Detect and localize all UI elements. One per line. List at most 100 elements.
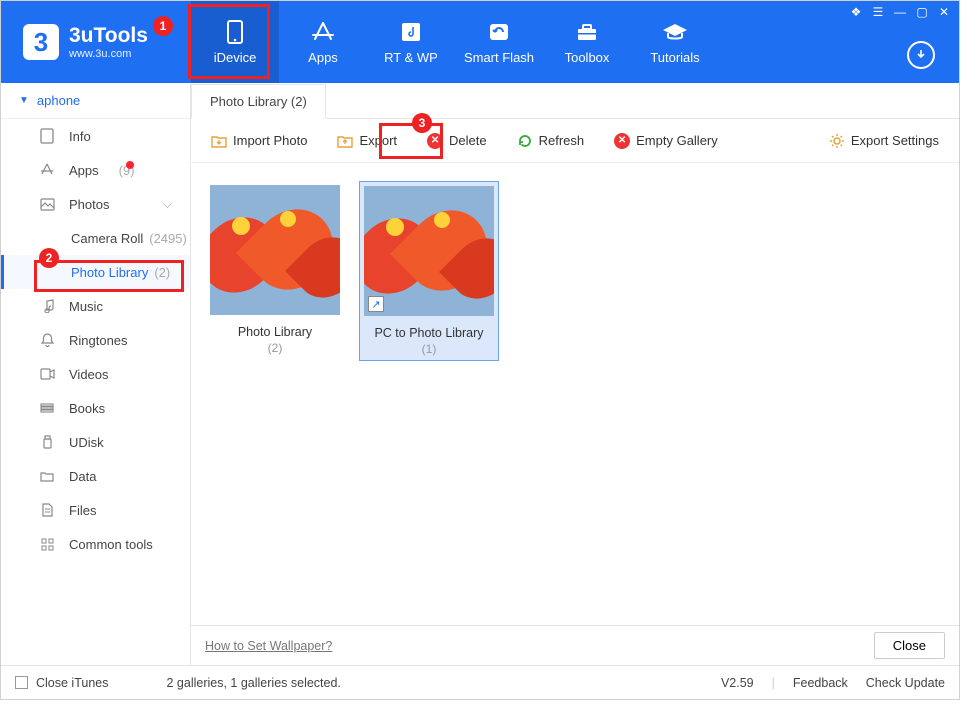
- separator: |: [772, 676, 775, 690]
- tab-photolibrary[interactable]: Photo Library (2): [191, 84, 326, 119]
- phone-icon: [221, 20, 249, 44]
- appstore-icon: [309, 20, 337, 44]
- sidebar-item-music[interactable]: Music: [1, 289, 190, 323]
- sidebar-item-udisk[interactable]: UDisk: [1, 425, 190, 459]
- nav-label: Apps: [308, 50, 338, 65]
- album-thumbnail: ↗: [364, 186, 494, 316]
- delete-button[interactable]: ✕ Delete: [421, 129, 493, 153]
- maximize-icon[interactable]: ▢: [915, 5, 929, 19]
- graduation-icon: [661, 20, 689, 44]
- notification-dot-icon: [126, 161, 134, 169]
- nav-label: Tutorials: [650, 50, 699, 65]
- gear-icon: [829, 133, 845, 149]
- sidebar-label: Books: [69, 401, 105, 416]
- photos-icon: [39, 198, 55, 211]
- album-thumbnail: [210, 185, 340, 315]
- menu-icon[interactable]: ☰: [871, 5, 885, 19]
- folder-icon: [39, 470, 55, 482]
- sidebar-label: Music: [69, 299, 103, 314]
- sidebar-item-info[interactable]: Info: [1, 119, 190, 153]
- window-controls: ❖ ☰ — ▢ ✕: [849, 5, 951, 19]
- flash-icon: [485, 20, 513, 44]
- top-nav: iDevice Apps RT & WP Smart Flash: [191, 1, 719, 83]
- tool-label: Export: [359, 133, 397, 148]
- tool-label: Delete: [449, 133, 487, 148]
- check-update-link[interactable]: Check Update: [866, 676, 945, 690]
- tool-label: Import Photo: [233, 133, 307, 148]
- close-icon[interactable]: ✕: [937, 5, 951, 19]
- toolbox-icon: [573, 20, 601, 44]
- annotation-marker-1: 1: [153, 16, 173, 36]
- nav-tutorials[interactable]: Tutorials: [631, 1, 719, 83]
- download-ring-icon[interactable]: [907, 41, 935, 69]
- minimize-icon[interactable]: —: [893, 5, 907, 19]
- control-icon[interactable]: ❖: [849, 5, 863, 19]
- feedback-link[interactable]: Feedback: [793, 676, 848, 690]
- album-pctophotolibrary[interactable]: ↗ PC to Photo Library (1): [359, 181, 499, 361]
- nav-smartflash[interactable]: Smart Flash: [455, 1, 543, 83]
- sidebar-sub-label: Photo Library: [71, 265, 148, 280]
- toolbar: Import Photo Export ✕ Delete Refresh ✕ E…: [191, 119, 959, 163]
- nav-rtwp[interactable]: RT & WP: [367, 1, 455, 83]
- sidebar-label: Photos: [69, 197, 109, 212]
- annotation-marker-2: 2: [39, 248, 59, 268]
- album-name: PC to Photo Library: [374, 326, 483, 340]
- file-icon: [39, 503, 55, 517]
- sidebar-label: UDisk: [69, 435, 104, 450]
- status-summary: 2 galleries, 1 galleries selected.: [167, 676, 341, 690]
- main: Photo Library (2) Import Photo Export ✕ …: [191, 83, 959, 665]
- device-row[interactable]: ▼ aphone: [1, 83, 190, 119]
- nav-label: Smart Flash: [464, 50, 534, 65]
- gallery: Photo Library (2) ↗ PC to Photo Library …: [191, 163, 959, 625]
- sidebar-item-commontools[interactable]: Common tools: [1, 527, 190, 561]
- caret-down-icon: ▼: [19, 95, 29, 106]
- app-window: 3 3uTools www.3u.com iDevice Apps: [0, 0, 960, 700]
- sidebar-label: Apps: [69, 163, 99, 178]
- sidebar-sub-cameraroll[interactable]: Camera Roll (2495): [1, 221, 190, 255]
- logo-block[interactable]: 3 3uTools www.3u.com: [1, 1, 191, 83]
- sidebar-sub-photolibrary[interactable]: Photo Library (2): [1, 255, 190, 289]
- close-button[interactable]: Close: [874, 632, 945, 659]
- export-settings-button[interactable]: Export Settings: [823, 129, 945, 153]
- body: ▼ aphone Info Apps (9) Photos Camera Rol…: [1, 83, 959, 665]
- nav-label: RT & WP: [384, 50, 438, 65]
- tool-label: Export Settings: [851, 133, 939, 148]
- sidebar-item-apps[interactable]: Apps (9): [1, 153, 190, 187]
- album-photolibrary[interactable]: Photo Library (2): [205, 181, 345, 359]
- music-file-icon: [397, 20, 425, 44]
- empty-gallery-button[interactable]: ✕ Empty Gallery: [608, 129, 724, 153]
- album-count: (1): [422, 342, 437, 356]
- device-name: aphone: [37, 93, 80, 108]
- sidebar-item-data[interactable]: Data: [1, 459, 190, 493]
- refresh-button[interactable]: Refresh: [511, 129, 591, 153]
- app-url: www.3u.com: [69, 48, 148, 60]
- sidebar-item-ringtones[interactable]: Ringtones: [1, 323, 190, 357]
- import-photo-button[interactable]: Import Photo: [205, 129, 313, 153]
- statusbar: Close iTunes 2 galleries, 1 galleries se…: [1, 665, 959, 699]
- tabs: Photo Library (2): [191, 83, 959, 119]
- bell-icon: [39, 333, 55, 347]
- nav-idevice[interactable]: iDevice: [191, 1, 279, 83]
- close-itunes-checkbox[interactable]: [15, 676, 28, 689]
- tab-label: Photo Library (2): [210, 94, 307, 109]
- sidebar-item-videos[interactable]: Videos: [1, 357, 190, 391]
- delete-icon: ✕: [427, 133, 443, 149]
- app-name: 3uTools: [69, 24, 148, 47]
- annotation-marker-3: 3: [412, 113, 432, 133]
- sidebar-label: Common tools: [69, 537, 153, 552]
- nav-label: iDevice: [214, 50, 257, 65]
- sidebar-label: Videos: [69, 367, 109, 382]
- sidebar-item-files[interactable]: Files: [1, 493, 190, 527]
- nav-toolbox[interactable]: Toolbox: [543, 1, 631, 83]
- sidebar-label: Ringtones: [69, 333, 128, 348]
- album-count: (2): [268, 341, 283, 355]
- sidebar-item-books[interactable]: Books: [1, 391, 190, 425]
- sidebar-sub-label: Camera Roll: [71, 231, 143, 246]
- apps-icon: [39, 163, 55, 177]
- wallpaper-help-link[interactable]: How to Set Wallpaper?: [205, 639, 332, 653]
- grid-icon: [39, 538, 55, 551]
- sidebar-item-photos[interactable]: Photos: [1, 187, 190, 221]
- nav-apps[interactable]: Apps: [279, 1, 367, 83]
- export-button[interactable]: Export: [331, 129, 403, 153]
- music-icon: [39, 299, 55, 313]
